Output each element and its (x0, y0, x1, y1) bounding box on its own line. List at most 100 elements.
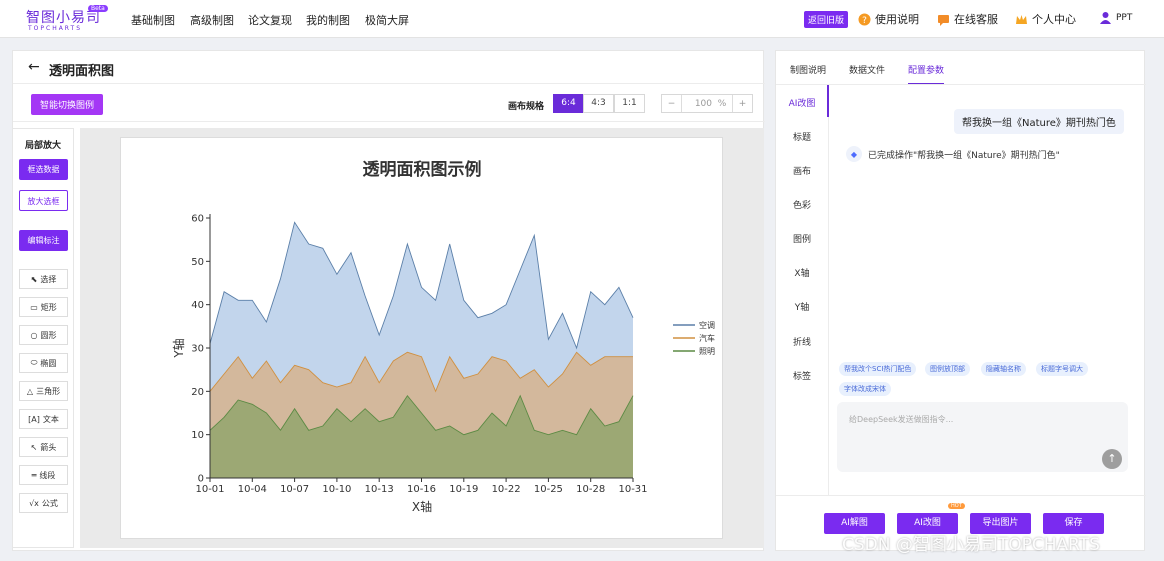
title-bar: ← 透明面积图 (13, 51, 765, 84)
deepseek-icon: ◆ (846, 146, 862, 162)
zoom-box-button[interactable]: 放大选框 (19, 190, 68, 211)
tool-label: 线段 (39, 470, 56, 480)
vtab-legend[interactable]: 图例 (776, 232, 828, 245)
select-data-button[interactable]: 框选数据 (19, 159, 68, 180)
formula-icon: √x (29, 498, 39, 508)
beta-badge: Beta (88, 5, 108, 12)
arrow-icon: ↖ (30, 442, 38, 452)
tool-label: 椭圆 (40, 358, 57, 368)
logo[interactable]: 智图小易司 TOPCHARTS Beta (26, 5, 108, 33)
send-arrow-icon[interactable]: ↑ (1102, 449, 1122, 469)
chart-title: 透明面积图示例 (363, 159, 482, 180)
tool-text[interactable]: [A] 文本 (19, 409, 68, 429)
help-link[interactable]: ? 使用说明 (858, 11, 919, 27)
user-icon (1099, 11, 1112, 24)
chart-toolbar: 智能切换图例 画布规格 6:4 4:3 1:1 − 100 % + (13, 84, 765, 122)
vtab-label[interactable]: 标签 (776, 369, 828, 382)
divider (776, 84, 1146, 85)
canvas-size-label: 画布规格 (508, 102, 545, 112)
tool-rectangle[interactable]: ▭ 矩形 (19, 297, 68, 317)
svg-text:?: ? (862, 16, 867, 26)
service-label: 在线客服 (954, 13, 998, 26)
old-version-button[interactable]: 返回旧版 (804, 11, 849, 28)
x-tick-label: 10-25 (534, 484, 563, 495)
crown-icon (1015, 13, 1028, 26)
edit-mark-button[interactable]: 编辑标注 (19, 230, 68, 251)
help-icon: ? (858, 13, 871, 26)
nav-my-charts[interactable]: 我的制图 (306, 12, 350, 28)
ratio-4-3-button[interactable]: 4:3 (583, 94, 614, 113)
nav-advanced-chart[interactable]: 高级制图 (190, 12, 234, 28)
chat-icon (937, 13, 950, 26)
tool-label: 矩形 (40, 302, 57, 312)
user-menu[interactable]: PPT (1099, 11, 1132, 24)
page-title: 透明面积图 (49, 64, 115, 79)
annotation-toolbox: 局部放大 框选数据 放大选框 编辑标注 ⬉ 选择 ▭ 矩形 ○ 圆形 ⬭ 椭圆 △ 三角形… (12, 128, 74, 548)
vtab-canvas[interactable]: 画布 (776, 164, 828, 177)
x-tick-label: 10-31 (618, 484, 647, 495)
y-tick-label: 0 (198, 474, 204, 485)
csdn-watermark: CSDN @智图小易司TOPCHARTS (842, 535, 1100, 555)
x-tick-label: 10-16 (407, 484, 436, 495)
vtab-x-axis[interactable]: X轴 (776, 266, 828, 279)
zoom-plus-button[interactable]: + (732, 95, 752, 112)
tool-formula[interactable]: √x 公式 (19, 493, 68, 513)
tool-select[interactable]: ⬉ 选择 (19, 269, 68, 289)
tool-label: 文本 (42, 414, 59, 424)
logo-subtext: TOPCHARTS (28, 25, 83, 32)
service-link[interactable]: 在线客服 (937, 11, 998, 27)
y-axis-label: Y轴 (171, 338, 186, 358)
tab-data-file[interactable]: 数据文件 (849, 63, 885, 76)
tool-circle[interactable]: ○ 圆形 (19, 325, 68, 345)
circle-icon: ○ (30, 330, 38, 340)
user-message: 帮我换一组《Nature》期刊热门色 (954, 109, 1124, 134)
zoom-value[interactable]: 100 (682, 95, 712, 112)
tool-label: 选择 (40, 274, 57, 284)
x-tick-label: 10-22 (492, 484, 521, 495)
nav-dashboard[interactable]: 极简大屏 (365, 12, 409, 28)
tool-triangle[interactable]: △ 三角形 (19, 381, 68, 401)
back-arrow-icon[interactable]: ← (28, 59, 40, 75)
y-tick-label: 10 (191, 430, 204, 441)
tab-chart-guide[interactable]: 制图说明 (790, 63, 826, 76)
line-icon: ═ (31, 470, 37, 480)
vtab-ai-edit[interactable]: AI改图 (776, 96, 828, 109)
prompt-placeholder: 给DeepSeek发送做图指令... (849, 415, 954, 424)
tool-label: 公式 (41, 498, 58, 508)
personal-label: 个人中心 (1032, 13, 1076, 26)
chart-canvas[interactable]: 透明面积图示例 0 10 20 30 40 50 60 10-01 10-04 10-07 10-10… (120, 137, 723, 539)
tool-line[interactable]: ═ 线段 (19, 465, 68, 485)
nav-paper-reproduce[interactable]: 论文复现 (248, 12, 292, 28)
suggestion-chip[interactable]: 帮我改个SCI热门配色 (839, 362, 917, 376)
vtab-line[interactable]: 折线 (776, 335, 828, 348)
triangle-icon: △ (26, 386, 34, 396)
tool-arrow[interactable]: ↖ 箭头 (19, 437, 68, 457)
x-tick-label: 10-04 (238, 484, 267, 495)
suggestion-chip[interactable]: 标题字号调大 (1036, 362, 1088, 376)
smart-switch-button[interactable]: 智能切换图例 (31, 94, 104, 115)
suggestion-chip[interactable]: 图例放顶部 (925, 362, 970, 376)
y-tick-label: 40 (191, 300, 204, 311)
ai-reply-text: 已完成操作"帮我换一组《Nature》期刊热门色" (868, 150, 1060, 161)
vtab-color[interactable]: 色彩 (776, 198, 828, 211)
suggestion-chip[interactable]: 字体改成宋体 (839, 382, 891, 396)
prompt-input[interactable]: 给DeepSeek发送做图指令... ↑ (837, 402, 1128, 472)
tool-label: 圆形 (40, 330, 57, 340)
y-tick-label: 50 (191, 257, 204, 268)
ratio-6-4-button[interactable]: 6:4 (553, 94, 584, 113)
suggestion-chip[interactable]: 隐藏轴名称 (981, 362, 1026, 376)
x-tick-label: 10-19 (449, 484, 478, 495)
hot-badge: HOT (948, 503, 965, 509)
x-tick-label: 10-07 (280, 484, 309, 495)
vtab-title[interactable]: 标题 (776, 130, 828, 143)
vtab-y-axis[interactable]: Y轴 (776, 300, 828, 313)
nav-basic-chart[interactable]: 基础制图 (131, 12, 175, 28)
personal-center-link[interactable]: 个人中心 (1015, 11, 1076, 27)
tab-config[interactable]: 配置参数 (908, 63, 944, 76)
zoom-unit: % (717, 98, 727, 109)
tool-label: 三角形 (36, 386, 61, 396)
ratio-1-1-button[interactable]: 1:1 (614, 94, 645, 113)
zoom-minus-button[interactable]: − (662, 95, 682, 112)
ai-reply: ◆ 已完成操作"帮我换一组《Nature》期刊热门色" (846, 146, 1060, 162)
tool-ellipse[interactable]: ⬭ 椭圆 (19, 353, 68, 373)
